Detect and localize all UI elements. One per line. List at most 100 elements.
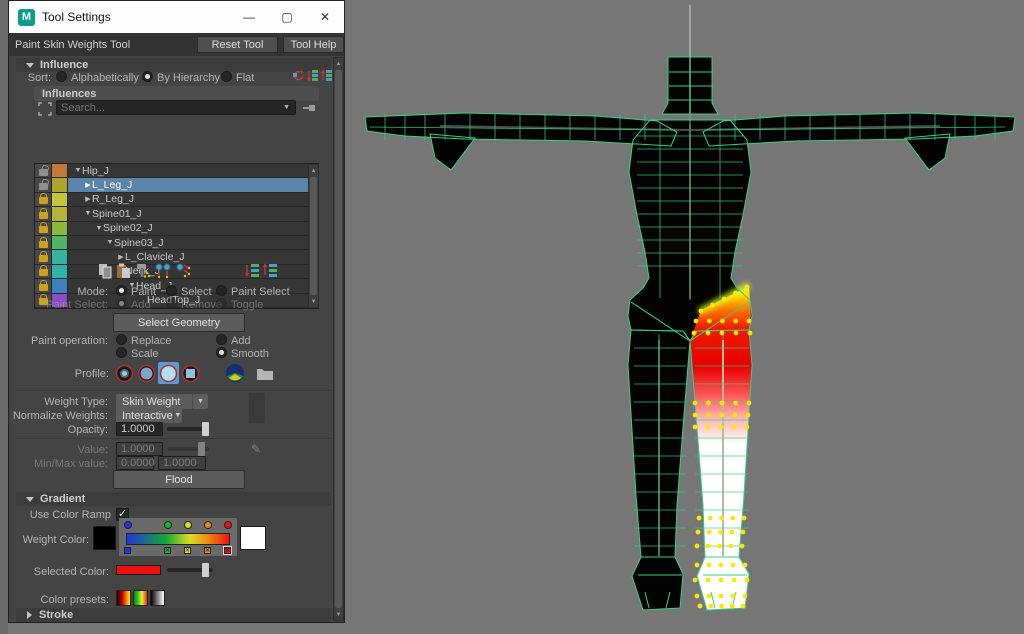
- color-ramp-widget[interactable]: ✕ ✕ ✕ ✕: [119, 518, 237, 556]
- opacity-field[interactable]: 1.0000: [116, 422, 163, 436]
- profile-gaussian-brush-button[interactable]: [114, 362, 135, 384]
- tree-row[interactable]: ▶ R_Leg_J: [35, 193, 318, 207]
- refresh-influences-icon[interactable]: [292, 69, 305, 82]
- viewport-3d[interactable]: [345, 0, 1024, 634]
- expand-arrow-icon[interactable]: ▼: [106, 239, 114, 246]
- gradient-section-header[interactable]: Gradient: [16, 492, 331, 506]
- preset-rainbow-swatch[interactable]: [133, 590, 148, 606]
- lock-cell[interactable]: [35, 193, 52, 206]
- preset-fire-swatch[interactable]: [116, 590, 131, 606]
- ramp-key-orange[interactable]: [204, 521, 212, 529]
- sort-flat-radio[interactable]: [221, 71, 232, 82]
- select-geometry-button[interactable]: Select Geometry: [113, 313, 245, 332]
- max-value-field[interactable]: 1.0000: [158, 456, 206, 470]
- scroll-down-icon[interactable]: ▼: [334, 609, 343, 620]
- weight-type-dropdown[interactable]: Skin Weight ▼: [116, 394, 208, 409]
- pin-search-icon[interactable]: [301, 101, 316, 114]
- ramp-delete-yellow[interactable]: ✕: [184, 547, 191, 554]
- stroke-section-header[interactable]: Stroke: [16, 608, 331, 622]
- expand-list-icon[interactable]: [243, 262, 260, 278]
- ramp-delete-orange[interactable]: ✕: [204, 547, 211, 554]
- paint-select-remove-radio[interactable]: [166, 298, 177, 309]
- normalize-weights-dropdown[interactable]: Interactive ▼: [116, 408, 182, 423]
- paint-op-scale-radio[interactable]: [116, 347, 127, 358]
- sort-list-down-icon[interactable]: [307, 69, 319, 82]
- profile-ramp-sphere-button[interactable]: [224, 362, 245, 384]
- ramp-key-yellow[interactable]: [184, 521, 192, 529]
- tree-row[interactable]: ▼ Hip_J: [35, 164, 318, 178]
- pencil-icon[interactable]: ✎: [249, 442, 263, 456]
- value-slider[interactable]: [167, 442, 209, 456]
- ramp-key-blue[interactable]: [124, 521, 132, 529]
- search-input[interactable]: [57, 102, 278, 114]
- titlebar[interactable]: M Tool Settings — ▢ ✕: [9, 1, 344, 33]
- scroll-up-icon[interactable]: ▲: [309, 165, 318, 176]
- profile-solid-brush-button[interactable]: [158, 362, 179, 384]
- ramp-delete-green[interactable]: ✕: [164, 547, 171, 554]
- close-button[interactable]: ✕: [306, 1, 344, 33]
- scroll-up-icon[interactable]: ▲: [334, 58, 343, 69]
- tree-row[interactable]: ▼ Spine01_J: [35, 207, 318, 221]
- lock-cell[interactable]: [35, 265, 52, 278]
- paint-op-replace-radio[interactable]: [116, 334, 127, 345]
- reset-tool-button[interactable]: Reset Tool: [197, 36, 278, 53]
- settings-scrollbar-thumb[interactable]: [335, 70, 342, 608]
- sort-alphabetically-radio[interactable]: [56, 71, 67, 82]
- copy-weights-icon[interactable]: [97, 262, 113, 279]
- value-field[interactable]: 1.0000: [116, 442, 163, 456]
- paint-select-toggle-radio[interactable]: [216, 298, 227, 309]
- lock-cell[interactable]: [35, 164, 52, 177]
- profile-square-brush-button[interactable]: [180, 362, 201, 384]
- tool-help-button[interactable]: Tool Help: [283, 36, 344, 53]
- expand-arrow-icon[interactable]: ▶: [84, 181, 92, 189]
- lock-cell[interactable]: [35, 207, 52, 220]
- scroll-down-icon[interactable]: ▼: [309, 296, 318, 307]
- lock-cell[interactable]: [35, 222, 52, 235]
- select-highlighted-icon[interactable]: [37, 101, 52, 116]
- ramp-key-green[interactable]: [164, 521, 172, 529]
- min-value-field[interactable]: 0.0000: [116, 456, 154, 470]
- tree-scrollbar-thumb[interactable]: [310, 177, 317, 295]
- tree-row[interactable]: ▼ Spine03_J: [35, 236, 318, 250]
- weight-color-low-swatch[interactable]: [93, 526, 116, 550]
- sort-by-hierarchy-radio[interactable]: [142, 71, 153, 82]
- flood-button[interactable]: Flood: [113, 470, 245, 489]
- expand-arrow-icon[interactable]: ▼: [74, 167, 82, 174]
- expand-arrow-icon[interactable]: ▶: [84, 195, 92, 203]
- influence-section-header[interactable]: Influence: [16, 58, 331, 72]
- browse-profile-folder-icon[interactable]: [254, 362, 275, 384]
- move-influence-icon[interactable]: [153, 261, 172, 279]
- gradient-ramp-bar[interactable]: [126, 533, 230, 545]
- tree-scrollbar[interactable]: ▲ ▼: [308, 164, 319, 308]
- paste-weights-icon[interactable]: [115, 262, 131, 279]
- sort-list-up-icon[interactable]: [321, 69, 333, 82]
- lock-cell[interactable]: [35, 236, 52, 249]
- ramp-key-red[interactable]: [224, 521, 232, 529]
- weight-color-high-swatch[interactable]: [240, 526, 266, 550]
- expand-arrow-icon[interactable]: ▶: [117, 253, 125, 261]
- hammer-weights-icon[interactable]: [133, 262, 151, 279]
- preset-grayscale-swatch[interactable]: [150, 590, 165, 606]
- settings-scrollbar[interactable]: ▲ ▼: [333, 57, 344, 621]
- selected-color-swatch[interactable]: [116, 565, 161, 575]
- ramp-delete-red[interactable]: ✕: [224, 547, 231, 554]
- expand-arrow-icon[interactable]: ▼: [95, 225, 103, 232]
- opacity-slider[interactable]: [167, 422, 209, 436]
- maximize-button[interactable]: ▢: [268, 1, 306, 33]
- paint-select-add-radio[interactable]: [116, 298, 127, 309]
- mode-paint-radio[interactable]: [116, 285, 127, 296]
- mode-paint-select-radio[interactable]: [216, 285, 227, 296]
- paint-op-add-radio[interactable]: [216, 334, 227, 345]
- expand-arrow-icon[interactable]: ▼: [84, 210, 92, 217]
- swap-influence-icon[interactable]: [173, 261, 192, 279]
- lock-cell[interactable]: [35, 178, 52, 191]
- ramp-delete-blue[interactable]: [124, 547, 131, 554]
- paint-op-smooth-radio[interactable]: [216, 347, 227, 358]
- tree-row[interactable]: ▼ Spine02_J: [35, 222, 318, 236]
- mode-select-radio[interactable]: [166, 285, 177, 296]
- selected-color-slider[interactable]: [167, 563, 213, 577]
- tree-row-selected[interactable]: ▶ L_Leg_J: [35, 178, 318, 192]
- profile-soft-brush-button[interactable]: [136, 362, 157, 384]
- minimize-button[interactable]: —: [230, 1, 268, 33]
- collapse-list-icon[interactable]: [261, 262, 278, 278]
